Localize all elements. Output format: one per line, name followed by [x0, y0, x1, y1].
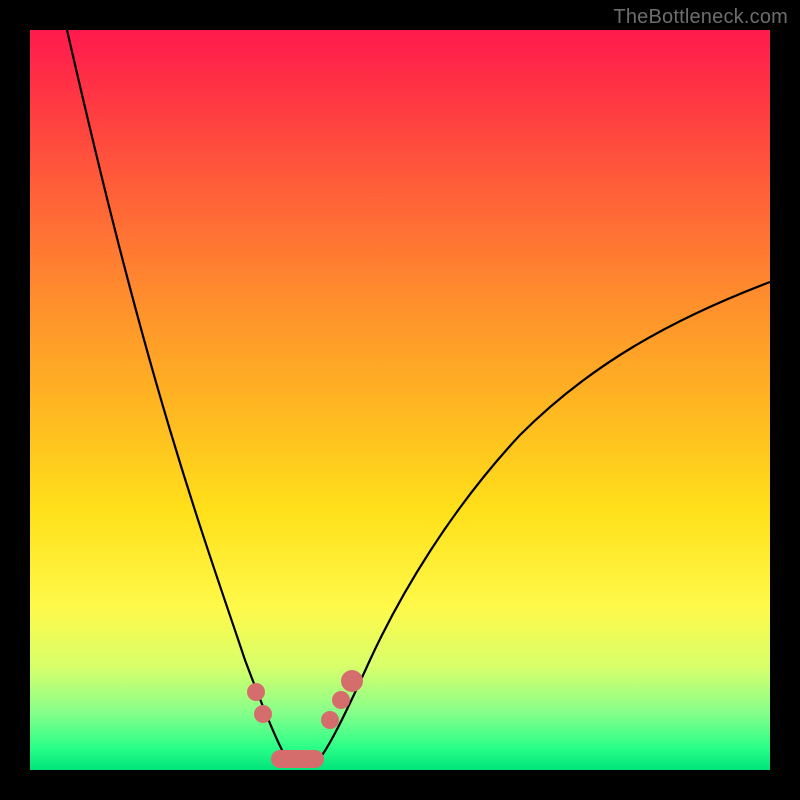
right-dot-1	[321, 711, 339, 729]
left-dot-lower	[254, 705, 272, 723]
chart-frame: TheBottleneck.com	[0, 0, 800, 800]
right-dot-3	[341, 670, 363, 692]
left-curve	[67, 30, 290, 761]
watermark-text: TheBottleneck.com	[613, 6, 788, 29]
plot-area	[30, 30, 770, 770]
chart-svg	[30, 30, 770, 770]
right-dot-2	[332, 691, 350, 709]
left-dot-upper	[247, 683, 265, 701]
right-curve	[320, 282, 770, 758]
